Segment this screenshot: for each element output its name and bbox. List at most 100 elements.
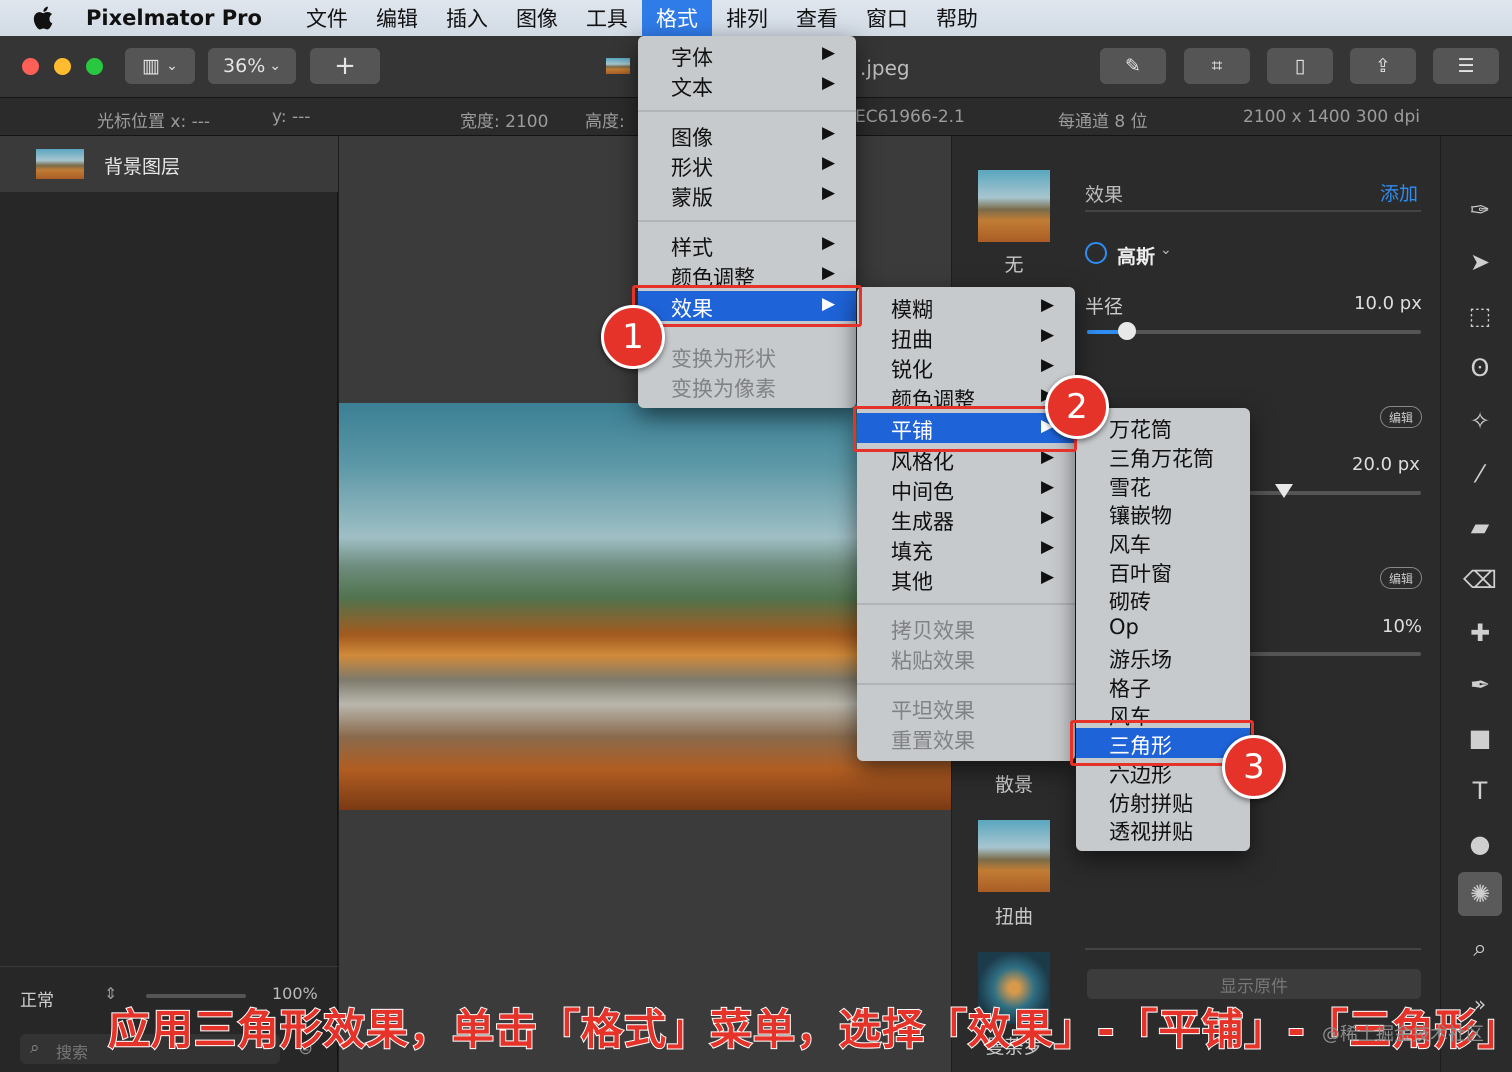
menu-window[interactable]: 窗口 <box>852 0 922 36</box>
menu-help[interactable]: 帮助 <box>922 0 992 36</box>
app-name-menu[interactable]: Pixelmator Pro <box>86 6 262 30</box>
menu-separator <box>857 683 1075 685</box>
effect-toggle-checkbox[interactable] <box>1085 242 1107 264</box>
eraser-icon[interactable]: ⌫ <box>1462 562 1498 598</box>
submenu-arrow-icon: ▶ <box>1041 325 1055 345</box>
menu-edit[interactable]: 编辑 <box>362 0 432 36</box>
menu-item-convert-pixels[interactable]: 变换为像素 <box>638 371 856 401</box>
menu-item-pinwheel[interactable]: 风车 <box>1076 527 1250 557</box>
lasso-icon[interactable]: ʘ <box>1462 350 1498 386</box>
adjustments-button[interactable]: ☰ <box>1433 48 1499 84</box>
menu-item-distort[interactable]: 扭曲 ▶ <box>857 322 1075 352</box>
submenu-arrow-icon: ▶ <box>822 233 836 253</box>
crop-button[interactable]: ⌗ <box>1184 48 1250 84</box>
radius-label: 半径 <box>1085 296 1124 318</box>
menu-item-affine-tile[interactable]: 仿射拼贴 <box>1076 786 1250 816</box>
second-slider-thumb[interactable] <box>1275 484 1293 498</box>
edit-button[interactable]: 编辑 <box>1380 406 1422 428</box>
chevron-down-icon: ⌄ <box>269 58 281 74</box>
add-effect-button[interactable]: 添加 <box>1380 179 1418 206</box>
menu-item-snowflake[interactable]: 雪花 <box>1076 470 1250 500</box>
menu-item-reset-effects[interactable]: 重置效果 <box>857 723 1075 753</box>
effects-section-title: 效果 <box>1085 184 1124 206</box>
menu-item-mosaic[interactable]: 镶嵌物 <box>1076 498 1250 528</box>
menu-item-flatten-effects[interactable]: 平坦效果 <box>857 693 1075 723</box>
menu-item-blur[interactable]: 模糊 ▶ <box>857 292 1075 322</box>
menu-tools[interactable]: 工具 <box>572 0 642 36</box>
sidebar-toggle-button[interactable]: ▥ ⌄ <box>125 48 195 84</box>
zoom-select[interactable]: 36% ⌄ <box>208 48 296 84</box>
menu-item-mask[interactable]: 蒙版 ▶ <box>638 180 856 210</box>
pen-icon[interactable]: ✒ <box>1462 667 1498 703</box>
menu-item-halftone[interactable]: 中间色 ▶ <box>857 474 1075 504</box>
radius-slider-thumb[interactable] <box>1118 322 1136 340</box>
rect-select-icon[interactable]: ⬚ <box>1462 298 1498 334</box>
gradient-icon[interactable]: ▰ <box>1462 509 1498 545</box>
text-tool-icon[interactable]: T <box>1462 773 1498 809</box>
submenu-arrow-icon: ▶ <box>822 123 836 143</box>
format-menu: 字体 ▶ 文本 ▶ 图像 ▶ 形状 ▶ 蒙版 ▶ 样式 ▶ 颜色调整 ▶ 效果 ▶ 变换为形状 … <box>638 36 856 408</box>
menu-item-copy-effects[interactable]: 拷贝效果 <box>857 613 1075 643</box>
menu-item-font[interactable]: 字体 ▶ <box>638 40 856 70</box>
submenu-arrow-icon: ▶ <box>822 263 836 283</box>
menu-item-sharpen[interactable]: 锐化 ▶ <box>857 352 1075 382</box>
menu-item-convert-shape[interactable]: 变换为形状 <box>638 341 856 371</box>
effect-preset-thumb-none[interactable] <box>978 170 1050 242</box>
zoom-tool-icon[interactable]: ⌕ <box>1462 930 1498 966</box>
show-original-button[interactable]: 显示原件 <box>1087 969 1421 999</box>
width-readout: 宽度: 2100 <box>460 112 549 132</box>
submenu-arrow-icon: ▶ <box>1041 295 1055 315</box>
menu-insert[interactable]: 插入 <box>432 0 502 36</box>
submenu-arrow-icon: ▶ <box>1041 507 1055 527</box>
menu-item-other[interactable]: 其他 ▶ <box>857 564 1075 594</box>
menu-image[interactable]: 图像 <box>502 0 572 36</box>
menu-format[interactable]: 格式 <box>641 0 712 36</box>
menu-item-shape[interactable]: 形状 ▶ <box>638 150 856 180</box>
close-window-button[interactable] <box>22 58 39 75</box>
menu-item-blinds[interactable]: 百叶窗 <box>1076 556 1250 586</box>
layer-row[interactable]: 背景图层 <box>0 136 338 192</box>
zoom-window-button[interactable] <box>86 58 103 75</box>
document-title: .jpeg <box>860 56 910 80</box>
menu-file[interactable]: 文件 <box>292 0 362 36</box>
repair-icon[interactable]: ✚ <box>1462 615 1498 651</box>
menu-item-perspective-tile[interactable]: 透视拼贴 <box>1076 814 1250 844</box>
style-tool-icon[interactable]: ✑ <box>1462 192 1498 228</box>
minimize-window-button[interactable] <box>54 58 71 75</box>
apple-menu-icon[interactable] <box>0 0 86 36</box>
menu-arrange[interactable]: 排列 <box>712 0 782 36</box>
menu-view[interactable]: 查看 <box>782 0 852 36</box>
layer-name: 背景图层 <box>104 156 181 178</box>
menu-item-grid[interactable]: 格子 <box>1076 671 1250 701</box>
paint-brush-button[interactable]: ✎ <box>1100 48 1166 84</box>
share-icon: ⇪ <box>1375 55 1391 77</box>
effect-type-select[interactable]: 高斯 <box>1117 242 1155 269</box>
menu-item-text[interactable]: 文本 ▶ <box>638 70 856 100</box>
menu-item-triangle-kaleidoscope[interactable]: 三角万花筒 <box>1076 441 1250 471</box>
menu-separator <box>638 110 856 112</box>
menu-item-op[interactable]: Op <box>1076 613 1250 643</box>
shape-icon[interactable]: ■ <box>1462 720 1498 756</box>
add-button[interactable]: + <box>310 48 380 84</box>
edit-button[interactable]: 编辑 <box>1380 567 1422 589</box>
menu-item-fill[interactable]: 填充 ▶ <box>857 534 1075 564</box>
menu-item-image[interactable]: 图像 ▶ <box>638 120 856 150</box>
arrow-select-icon[interactable]: ➤ <box>1462 244 1498 280</box>
menu-item-playground[interactable]: 游乐场 <box>1076 642 1250 672</box>
share-button[interactable]: ⇪ <box>1350 48 1416 84</box>
menu-item-bricks[interactable]: 砌砖 <box>1076 584 1250 614</box>
menu-item-generator[interactable]: 生成器 ▶ <box>857 504 1075 534</box>
blend-mode-select[interactable]: 正常 <box>20 986 54 1011</box>
format-button[interactable]: ▯ <box>1267 48 1333 84</box>
magic-wand-icon[interactable]: ✧ <box>1462 403 1498 439</box>
effect-preset-thumb-distort[interactable] <box>978 820 1050 892</box>
menu-item-style[interactable]: 样式 ▶ <box>638 230 856 260</box>
brush-icon: ✎ <box>1125 55 1141 77</box>
color-adjust-icon[interactable]: ● <box>1462 826 1498 862</box>
divider <box>0 966 338 967</box>
menu-item-paste-effects[interactable]: 粘贴效果 <box>857 643 1075 673</box>
chevron-down-icon: ⌄ <box>166 58 178 74</box>
radius-slider[interactable] <box>1087 330 1421 334</box>
chevron-down-icon: ⌄ <box>1160 242 1172 258</box>
paint-brush-icon[interactable]: ⁄ <box>1462 456 1498 492</box>
